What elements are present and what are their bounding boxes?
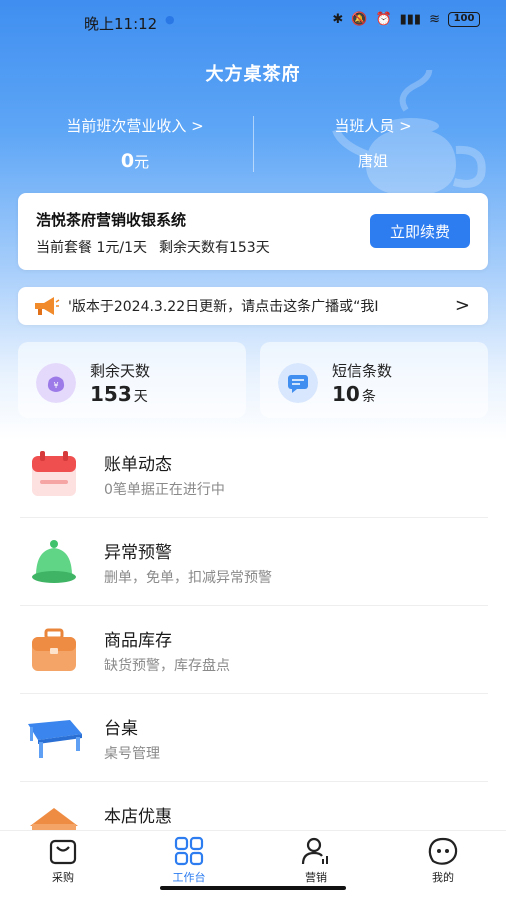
staff-value: 唐姐 — [357, 152, 388, 170]
tab-mine[interactable]: 我的 — [403, 835, 483, 885]
wifi-icon: ≋ — [429, 12, 440, 27]
metric-unit: 天 — [133, 389, 148, 405]
face-icon — [428, 837, 458, 865]
message-icon — [278, 363, 318, 403]
store-title: 大方桌茶府 — [205, 64, 301, 85]
menu-item-tables[interactable]: 台桌 桌号管理 — [0, 694, 506, 782]
metric-label: 短信条数 — [332, 362, 393, 380]
metric-label: 剩余天数 — [90, 362, 151, 380]
briefcase-icon — [32, 628, 76, 671]
feature-menu: 账单动态 0笔单据正在进行中 异常预警 删单，免单，扣减异常预警 商品库存 缺货… — [0, 430, 506, 870]
menu-title: 本店优惠 — [104, 807, 172, 827]
menu-subtitle: 删单，免单，扣减异常预警 — [104, 570, 272, 586]
home-indicator[interactable] — [160, 886, 346, 890]
staff-label: 当班人员 > — [334, 117, 412, 135]
user-chart-icon — [301, 837, 328, 865]
tab-label: 工作台 — [172, 871, 206, 884]
grid-icon — [174, 836, 204, 866]
table-icon — [28, 720, 82, 758]
battery-icon: 100 — [448, 12, 480, 27]
tab-label: 采购 — [52, 871, 74, 884]
status-time: 晚上11:12 — [84, 15, 158, 33]
metric-unit: 条 — [361, 389, 376, 405]
menu-subtitle: 桌号管理 — [104, 746, 160, 762]
tab-marketing[interactable]: 营销 — [276, 835, 356, 885]
svg-text:¥: ¥ — [53, 381, 58, 390]
menu-title: 账单动态 — [104, 455, 172, 475]
metric-remaining-days[interactable]: ¥ 剩余天数 153 天 — [18, 342, 246, 418]
megaphone-icon — [35, 297, 60, 315]
staff-stat[interactable]: 当班人员 > 唐姐 — [258, 115, 488, 171]
tab-label: 营销 — [305, 871, 327, 884]
revenue-value-wrap: 0元 — [20, 150, 250, 172]
menu-title: 商品库存 — [104, 631, 172, 651]
bell-icon — [32, 540, 76, 583]
metric-value: 10 — [332, 382, 360, 406]
location-icon: ● — [165, 13, 175, 26]
chevron-right-icon: > — [454, 295, 470, 316]
menu-subtitle: 缺货预警，库存盘点 — [104, 658, 230, 674]
notice-banner[interactable]: '版本于2024.3.22日更新，请点击这条广播或“我I > — [18, 287, 488, 325]
metric-value-wrap: 10 条 — [332, 382, 376, 406]
menu-item-alerts[interactable]: 异常预警 删单，免单，扣减异常预警 — [0, 518, 506, 606]
shopping-bag-icon — [49, 839, 77, 865]
tab-label: 我的 — [432, 871, 454, 884]
tab-workbench[interactable]: 工作台 — [149, 835, 229, 885]
revenue-stat[interactable]: 当前班次营业收入 > 0元 — [20, 115, 250, 172]
stat-divider — [253, 116, 254, 172]
status-icons: ✱ 🔕 ⏰ ▮▮▮ ≋ 100 — [332, 12, 480, 27]
signal-icon: ▮▮▮ — [399, 12, 422, 27]
notice-text: '版本于2024.3.22日更新，请点击这条广播或“我I — [68, 299, 379, 315]
menu-title: 台桌 — [104, 719, 138, 739]
package-card: 浩悦茶府营销收银系统 当前套餐 1元/1天 剩余天数有153天 立即续费 — [18, 193, 488, 270]
menu-item-inventory[interactable]: 商品库存 缺货预警，库存盘点 — [0, 606, 506, 694]
revenue-unit: 元 — [134, 153, 150, 171]
status-bar: 晚上11:12 ● ✱ 🔕 ⏰ ▮▮▮ ≋ 100 — [0, 0, 506, 44]
metric-value-wrap: 153 天 — [90, 382, 148, 406]
mute-icon: 🔕 — [351, 12, 368, 27]
package-plan: 当前套餐 1元/1天 — [36, 240, 147, 256]
tab-purchase[interactable]: 采购 — [23, 835, 103, 885]
package-info: 当前套餐 1元/1天 剩余天数有153天 — [36, 237, 270, 257]
package-title: 浩悦茶府营销收银系统 — [36, 211, 187, 229]
package-remaining: 剩余天数有153天 — [158, 240, 270, 256]
menu-subtitle: 0笔单据正在进行中 — [104, 482, 225, 498]
money-bag-icon: ¥ — [36, 363, 76, 403]
calendar-icon — [32, 451, 76, 496]
bluetooth-icon: ✱ — [332, 12, 344, 27]
menu-title: 异常预警 — [104, 543, 172, 563]
renew-button[interactable]: 立即续费 — [370, 214, 470, 248]
metric-value: 153 — [90, 382, 132, 406]
metric-sms-count[interactable]: 短信条数 10 条 — [260, 342, 488, 418]
revenue-label: 当前班次营业收入 > — [66, 117, 204, 135]
alarm-icon: ⏰ — [375, 12, 392, 27]
menu-item-bills[interactable]: 账单动态 0笔单据正在进行中 — [0, 430, 506, 518]
revenue-value: 0 — [120, 150, 135, 172]
